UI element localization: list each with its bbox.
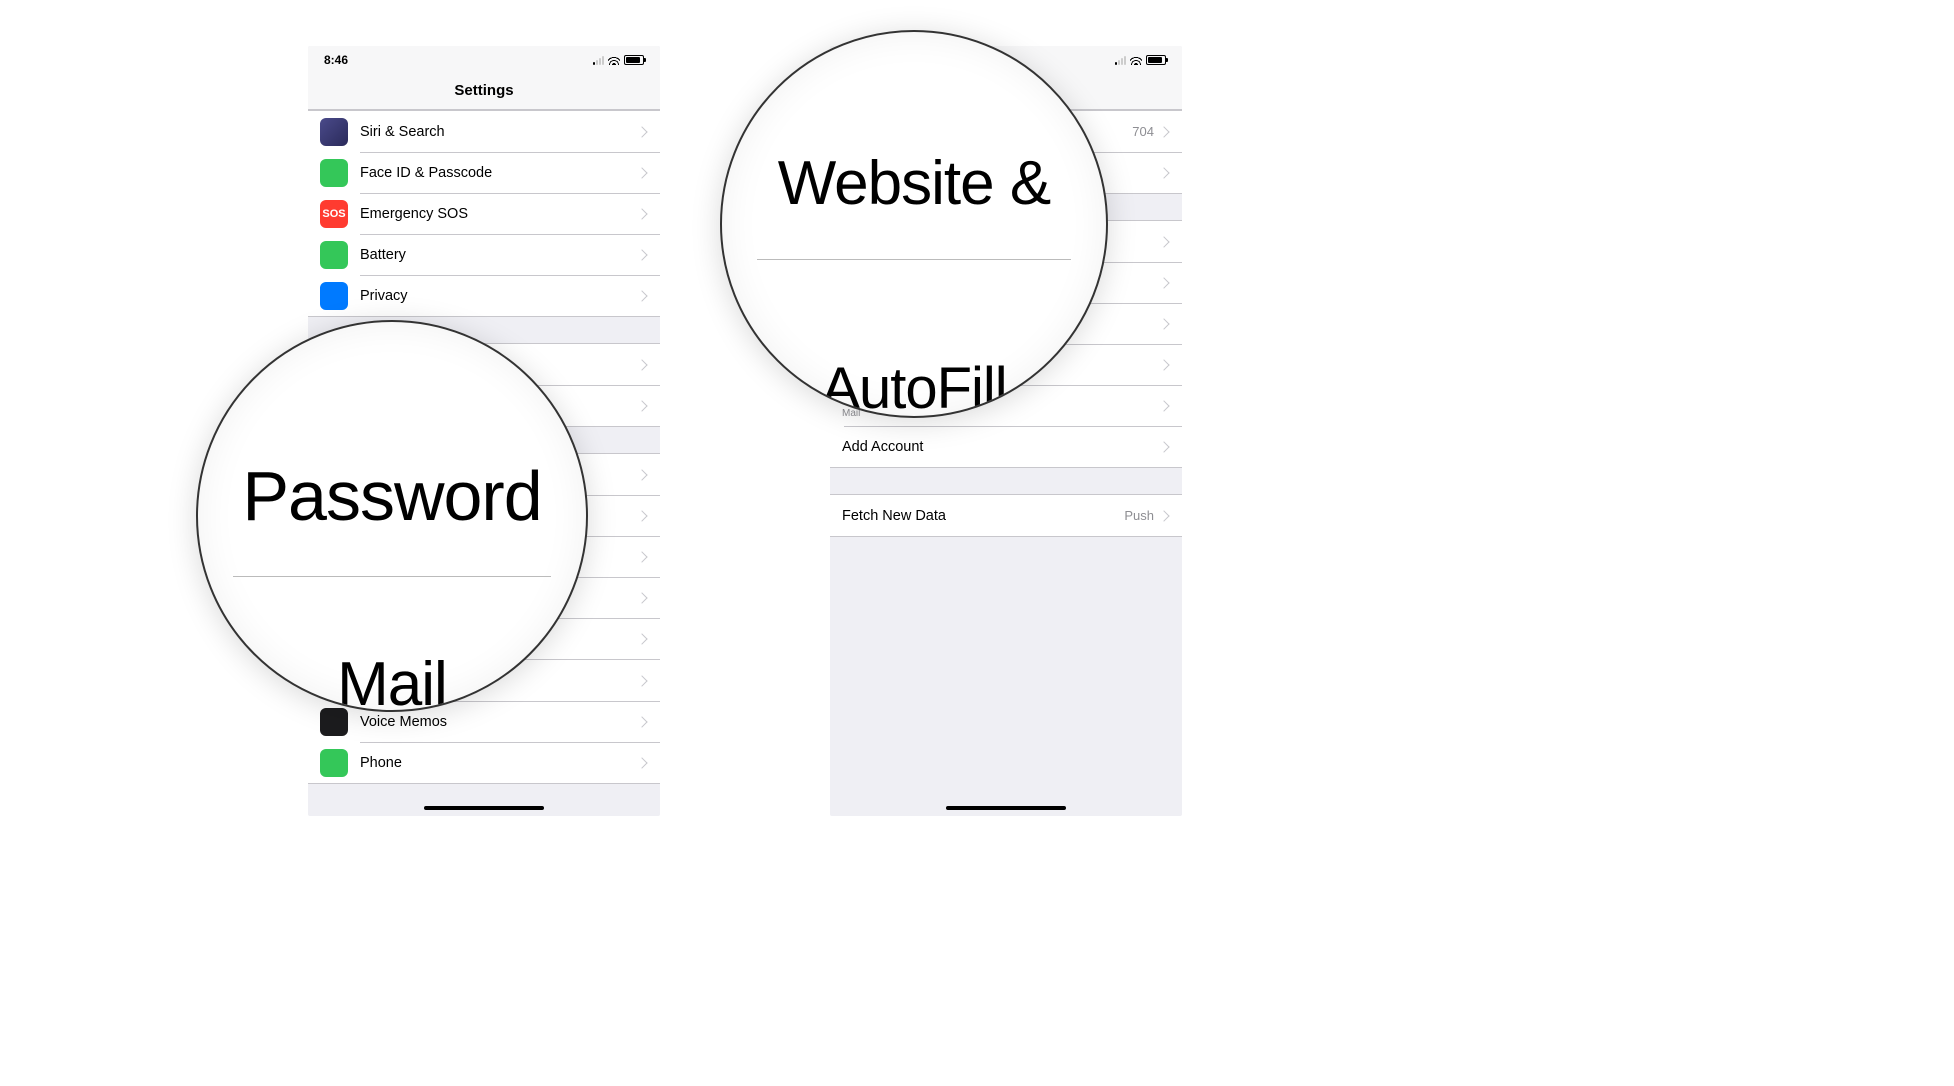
faceid-icon [320, 159, 348, 187]
chevron-icon [636, 359, 647, 370]
wifi-icon [1130, 53, 1142, 68]
settings-row-privacy[interactable]: Privacy [308, 275, 660, 316]
chevron-icon [636, 551, 647, 562]
row-label: Battery [360, 247, 638, 263]
privacy-icon [320, 282, 348, 310]
chevron-icon [1158, 318, 1169, 329]
row-label: Add Account [842, 439, 1160, 455]
chevron-icon [1158, 400, 1169, 411]
row-label: Phone [360, 755, 638, 771]
row-label: Face ID & Passcode [360, 165, 638, 181]
status-bar: 8:46 [308, 46, 660, 74]
status-icons [593, 53, 644, 68]
chevron-icon [636, 716, 647, 727]
row-label: Fetch New Data [842, 508, 1124, 524]
row-label: Emergency SOS [360, 206, 638, 222]
battery-icon [624, 55, 644, 65]
chevron-icon [636, 167, 647, 178]
chevron-icon [1158, 441, 1169, 452]
chevron-icon [1158, 510, 1169, 521]
chevron-icon [636, 290, 647, 301]
battery-icon [1146, 55, 1166, 65]
magnifier-passwords: Password Mail [196, 320, 588, 712]
chevron-icon [636, 400, 647, 411]
voicememos-icon [320, 708, 348, 736]
chevron-icon [1158, 277, 1169, 288]
magnified-text: AutoFill [821, 355, 1006, 418]
settings-row-battery[interactable]: Battery [308, 234, 660, 275]
chevron-icon [1158, 126, 1169, 137]
signal-icon [593, 55, 604, 65]
home-indicator[interactable] [424, 806, 544, 810]
chevron-icon [636, 208, 647, 219]
settings-row-siri[interactable]: Siri & Search [308, 111, 660, 152]
chevron-icon [1158, 167, 1169, 178]
chevron-icon [636, 126, 647, 137]
magnified-text: Password [242, 456, 541, 536]
magnified-text: Mail [337, 649, 447, 712]
sos-icon: SOS [320, 200, 348, 228]
row-detail: 704 [1132, 124, 1154, 139]
fetch-group: Fetch New Data Push [830, 494, 1182, 537]
chevron-icon [636, 757, 647, 768]
chevron-icon [1158, 236, 1169, 247]
chevron-icon [636, 469, 647, 480]
settings-row-phone[interactable]: Phone [308, 742, 660, 783]
chevron-icon [636, 675, 647, 686]
chevron-icon [636, 592, 647, 603]
chevron-icon [636, 633, 647, 644]
status-time: 8:46 [324, 53, 348, 67]
siri-icon [320, 118, 348, 146]
status-icons [1115, 53, 1166, 68]
magnifier-website-passwords: Website & AutoFill [720, 30, 1108, 418]
settings-group-1: Siri & Search Face ID & Passcode SOS Eme… [308, 110, 660, 317]
magnified-text: Website & [778, 148, 1050, 219]
row-label: Voice Memos [360, 714, 638, 730]
chevron-icon [636, 510, 647, 521]
fetch-new-data-row[interactable]: Fetch New Data Push [830, 495, 1182, 536]
battery-settings-icon [320, 241, 348, 269]
wifi-icon [608, 53, 620, 68]
chevron-icon [1158, 359, 1169, 370]
row-label: Privacy [360, 288, 638, 304]
row-detail: Push [1124, 508, 1154, 523]
settings-row-faceid[interactable]: Face ID & Passcode [308, 152, 660, 193]
home-indicator[interactable] [946, 806, 1066, 810]
chevron-icon [636, 249, 647, 260]
signal-icon [1115, 55, 1126, 65]
row-label: Siri & Search [360, 124, 638, 140]
nav-title: Settings [308, 74, 660, 110]
add-account-row[interactable]: Add Account [830, 426, 1182, 467]
phone-app-icon [320, 749, 348, 777]
settings-row-sos[interactable]: SOS Emergency SOS [308, 193, 660, 234]
